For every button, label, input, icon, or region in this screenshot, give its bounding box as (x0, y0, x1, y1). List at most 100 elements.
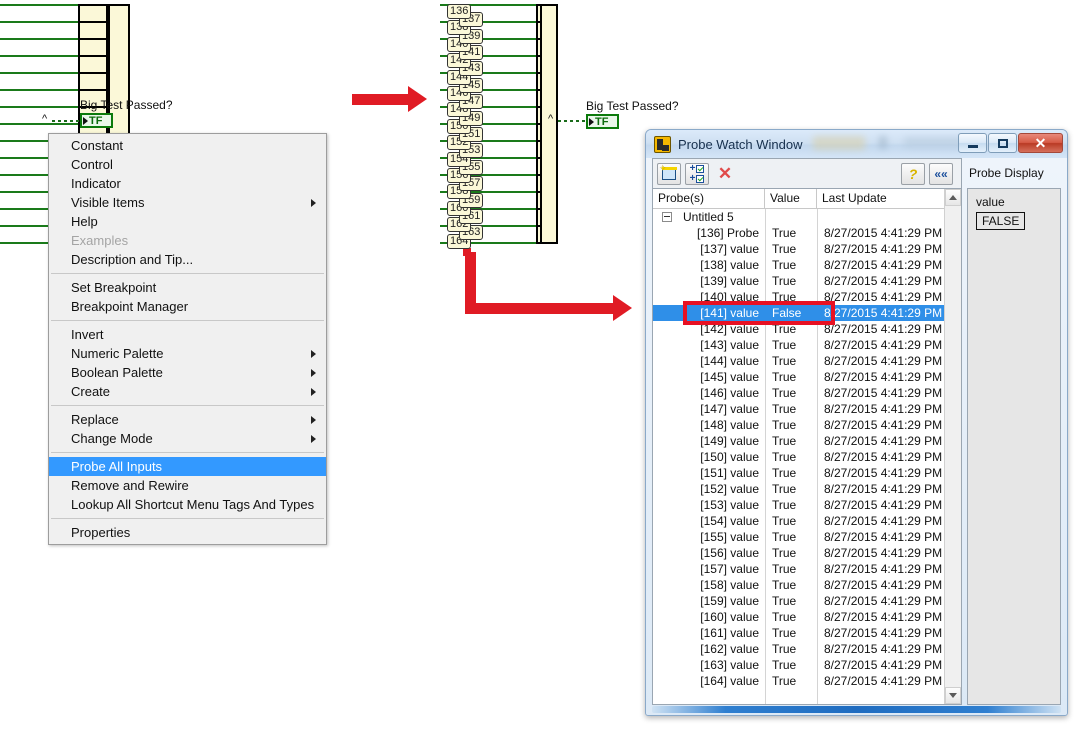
table-row[interactable]: [154] value True 8/27/2015 4:41:29 PM (653, 513, 944, 529)
menu-separator (51, 273, 324, 274)
last-update-cell: 8/27/2015 4:41:29 PM (824, 322, 943, 336)
table-row[interactable]: [158] value True 8/27/2015 4:41:29 PM (653, 577, 944, 593)
delete-probe-button[interactable]: ✕ (713, 163, 737, 185)
menu-item-breakpoint-manager[interactable]: Breakpoint Manager (49, 297, 326, 316)
menu-item-properties[interactable]: Properties (49, 523, 326, 542)
table-row[interactable]: [152] value True 8/27/2015 4:41:29 PM (653, 481, 944, 497)
probe-display-label: value (976, 195, 1005, 209)
menu-item-help[interactable]: Help (49, 212, 326, 231)
context-menu[interactable]: Constant Control Indicator Visible Items Hel… (48, 133, 327, 545)
middle-diagram-label: Big Test Passed? (586, 99, 679, 113)
table-row[interactable]: [161] value True 8/27/2015 4:41:29 PM (653, 625, 944, 641)
last-update-cell: 8/27/2015 4:41:29 PM (824, 450, 943, 464)
add-all-probes-button[interactable]: + + (685, 162, 709, 185)
table-row[interactable]: [146] value True 8/27/2015 4:41:29 PM (653, 385, 944, 401)
table-row[interactable]: [139] value True 8/27/2015 4:41:29 PM (653, 273, 944, 289)
left-boolean-constant[interactable]: TF (80, 113, 113, 128)
submenu-arrow-icon (311, 434, 316, 443)
window-control-buttons[interactable]: ✕ (958, 133, 1063, 153)
menu-item-remove-and-rewire[interactable]: Remove and Rewire (49, 476, 326, 495)
last-update-cell: 8/27/2015 4:41:29 PM (824, 434, 943, 448)
table-row[interactable]: [144] value True 8/27/2015 4:41:29 PM (653, 353, 944, 369)
left-constant-wire (52, 120, 80, 122)
menu-item-change-mode[interactable]: Change Mode (49, 429, 326, 448)
menu-item-constant[interactable]: Constant (49, 136, 326, 155)
submenu-arrow-icon (311, 415, 316, 424)
probe-cell: [164] value (700, 674, 759, 688)
probe-display-panel: value FALSE (967, 188, 1061, 705)
table-row[interactable]: [151] value True 8/27/2015 4:41:29 PM (653, 465, 944, 481)
probe-number-tag[interactable]: 136 (447, 4, 472, 19)
table-row[interactable]: [143] value True 8/27/2015 4:41:29 PM (653, 337, 944, 353)
table-row[interactable]: [157] value True 8/27/2015 4:41:29 PM (653, 561, 944, 577)
table-row[interactable]: [148] value True 8/27/2015 4:41:29 PM (653, 417, 944, 433)
probe-group-row[interactable]: Untitled 5 (653, 209, 944, 225)
probe-cell: [153] value (700, 498, 759, 512)
probe-list-scrollbar[interactable] (944, 189, 961, 704)
column-header-probes[interactable]: Probe(s) (653, 189, 765, 208)
probe-list-pane: ✧ + + ✕ ? «« Probe(s) Value Last Update … (652, 158, 962, 705)
table-row[interactable]: [150] value True 8/27/2015 4:41:29 PM (653, 449, 944, 465)
menu-item-set-breakpoint[interactable]: Set Breakpoint (49, 278, 326, 297)
table-row[interactable]: [163] value True 8/27/2015 4:41:29 PM (653, 657, 944, 673)
table-row[interactable]: [160] value True 8/27/2015 4:41:29 PM (653, 609, 944, 625)
menu-item-description-and-tip[interactable]: Description and Tip... (49, 250, 326, 269)
close-button[interactable]: ✕ (1018, 133, 1063, 153)
probe-tree-header[interactable]: Probe(s) Value Last Update (653, 189, 944, 209)
menu-item-boolean-palette[interactable]: Boolean Palette (49, 363, 326, 382)
table-row[interactable]: [149] value True 8/27/2015 4:41:29 PM (653, 433, 944, 449)
middle-boolean-constant[interactable]: TF (586, 114, 619, 129)
probe-tree[interactable]: Probe(s) Value Last Update Untitled 5 [13… (652, 188, 962, 705)
table-row[interactable]: [159] value True 8/27/2015 4:41:29 PM (653, 593, 944, 609)
minimize-button[interactable] (958, 133, 987, 153)
table-row[interactable]: [141] value False 8/27/2015 4:41:29 PM (653, 305, 944, 321)
table-row[interactable]: [140] value True 8/27/2015 4:41:29 PM (653, 289, 944, 305)
table-row[interactable]: [136] Probe True 8/27/2015 4:41:29 PM (653, 225, 944, 241)
probe-cell: [139] value (700, 274, 759, 288)
menu-item-replace[interactable]: Replace (49, 410, 326, 429)
menu-item-invert[interactable]: Invert (49, 325, 326, 344)
table-row[interactable]: [162] value True 8/27/2015 4:41:29 PM (653, 641, 944, 657)
collapse-panel-button[interactable]: «« (929, 162, 953, 185)
help-button[interactable]: ? (901, 162, 925, 185)
menu-item-label: Help (71, 214, 98, 229)
probe-tree-main: Probe(s) Value Last Update Untitled 5 [13… (653, 189, 944, 704)
value-cell: True (772, 530, 797, 544)
table-row[interactable]: [155] value True 8/27/2015 4:41:29 PM (653, 529, 944, 545)
maximize-button[interactable] (988, 133, 1017, 153)
table-row[interactable]: [137] value True 8/27/2015 4:41:29 PM (653, 241, 944, 257)
menu-item-create[interactable]: Create (49, 382, 326, 401)
probe-toolbar[interactable]: ✧ + + ✕ ? «« (652, 158, 962, 188)
table-row[interactable]: [153] value True 8/27/2015 4:41:29 PM (653, 497, 944, 513)
table-row[interactable]: [164] value True 8/27/2015 4:41:29 PM (653, 673, 944, 689)
scroll-up-button[interactable] (945, 189, 961, 206)
table-row[interactable]: [142] value True 8/27/2015 4:41:29 PM (653, 321, 944, 337)
value-cell: True (772, 258, 797, 272)
new-probe-button[interactable]: ✧ (657, 162, 681, 185)
table-row[interactable]: [138] value True 8/27/2015 4:41:29 PM (653, 257, 944, 273)
table-row[interactable]: [156] value True 8/27/2015 4:41:29 PM (653, 545, 944, 561)
window-titlebar[interactable]: Probe Watch Window ✕ (646, 130, 1067, 158)
last-update-cell: 8/27/2015 4:41:29 PM (824, 466, 943, 480)
table-row[interactable]: [145] value True 8/27/2015 4:41:29 PM (653, 369, 944, 385)
probe-tree-rows[interactable]: Untitled 5 [136] Probe True 8/27/2015 4:41:… (653, 209, 944, 704)
probe-cell: [137] value (700, 242, 759, 256)
chevron-down-icon (949, 693, 957, 698)
value-cell: True (772, 594, 797, 608)
value-cell: True (772, 386, 797, 400)
menu-item-probe-all-inputs[interactable]: Probe All Inputs (49, 457, 326, 476)
menu-item-visible-items[interactable]: Visible Items (49, 193, 326, 212)
column-header-value[interactable]: Value (765, 189, 817, 208)
close-icon: ✕ (1034, 134, 1047, 151)
menu-item-lookup-all-shortcut-menu-tags-and-types[interactable]: Lookup All Shortcut Menu Tags And Types (49, 495, 326, 514)
probe-cell: [143] value (700, 338, 759, 352)
last-update-cell: 8/27/2015 4:41:29 PM (824, 354, 943, 368)
table-row[interactable]: [147] value True 8/27/2015 4:41:29 PM (653, 401, 944, 417)
scroll-down-button[interactable] (945, 687, 961, 704)
column-header-last-update[interactable]: Last Update (817, 189, 944, 208)
probe-watch-window[interactable]: Probe Watch Window ✕ ✧ + + ✕ ? «« Probe(… (645, 129, 1068, 716)
menu-item-numeric-palette[interactable]: Numeric Palette (49, 344, 326, 363)
menu-item-control[interactable]: Control (49, 155, 326, 174)
menu-item-indicator[interactable]: Indicator (49, 174, 326, 193)
collapse-expander-icon[interactable] (662, 212, 672, 222)
